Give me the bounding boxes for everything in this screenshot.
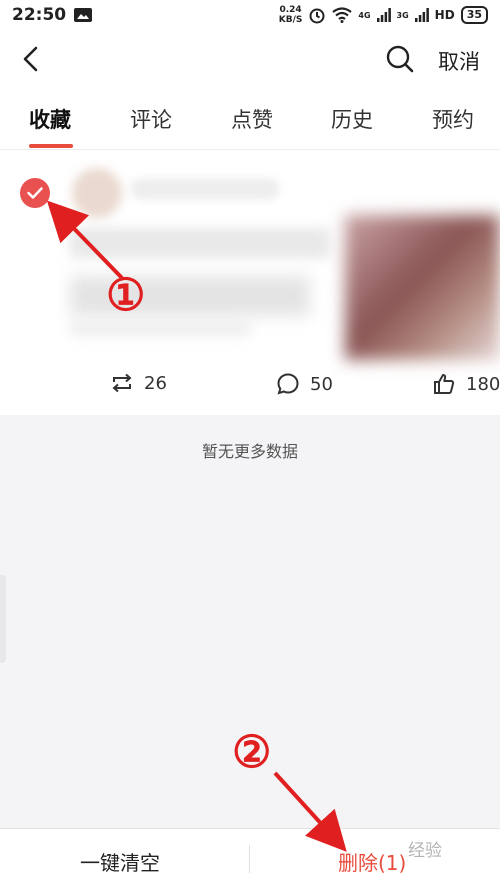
tab-reservations[interactable]: 预约 [432, 104, 474, 134]
comment-count: 50 [310, 373, 333, 395]
blurred-author-name [130, 178, 280, 200]
side-drawer-handle[interactable] [0, 575, 6, 663]
delete-button[interactable]: 删除(1) [338, 847, 406, 876]
avatar [72, 168, 122, 218]
thumbs-up-icon [434, 374, 455, 394]
like-button[interactable]: 180 [432, 372, 500, 396]
alarm-icon [309, 8, 325, 24]
battery-indicator: 35 [460, 6, 488, 24]
watermark: 经验 [408, 841, 442, 861]
tab-likes[interactable]: 点赞 [231, 104, 273, 134]
top-nav: 取消 [0, 30, 500, 90]
post-thumbnail [345, 215, 500, 360]
checkmark-icon [27, 187, 43, 199]
status-bar: 22:50 0.24 KB/S 4G 3G HD 35 [0, 0, 500, 30]
end-of-list-text: 暂无更多数据 [201, 442, 298, 461]
cancel-button[interactable]: 取消 [438, 46, 480, 76]
comment-icon [277, 373, 299, 395]
blurred-post-text [70, 320, 250, 336]
tab-favorites[interactable]: 收藏 [29, 104, 71, 134]
annotation-marker-1: ① [106, 270, 146, 321]
search-icon[interactable] [384, 43, 416, 75]
active-tab-indicator [29, 144, 73, 148]
back-arrow-icon[interactable] [18, 44, 48, 74]
signal-bars-icon [376, 8, 391, 22]
blurred-post-text [70, 228, 330, 258]
post-actions: 26 50 180 [0, 368, 500, 404]
signal-4g-label: 4G [358, 10, 371, 20]
repost-button[interactable]: 26 [110, 372, 167, 394]
repost-count: 26 [144, 372, 167, 394]
repost-icon [112, 373, 132, 393]
notification-icon [74, 8, 93, 22]
comment-button[interactable]: 50 [276, 372, 333, 396]
divider [249, 845, 250, 873]
wifi-icon [332, 7, 353, 23]
signal-3g-label: 3G [396, 10, 409, 20]
tab-history[interactable]: 历史 [331, 104, 373, 134]
tab-comments[interactable]: 评论 [130, 104, 172, 134]
favorite-item-card[interactable]: 26 50 180 [0, 150, 500, 415]
hd-label: HD [434, 8, 455, 22]
status-time: 22:50 [12, 5, 67, 25]
like-count: 180 [466, 373, 500, 395]
net-speed: 0.24 KB/S [278, 5, 303, 25]
signal-bars-icon [414, 8, 429, 22]
select-checkbox[interactable] [20, 178, 50, 208]
clear-all-button[interactable]: 一键清空 [80, 847, 160, 876]
tab-bar: 收藏 评论 点赞 历史 预约 [0, 90, 500, 150]
annotation-marker-2: ② [232, 727, 272, 778]
